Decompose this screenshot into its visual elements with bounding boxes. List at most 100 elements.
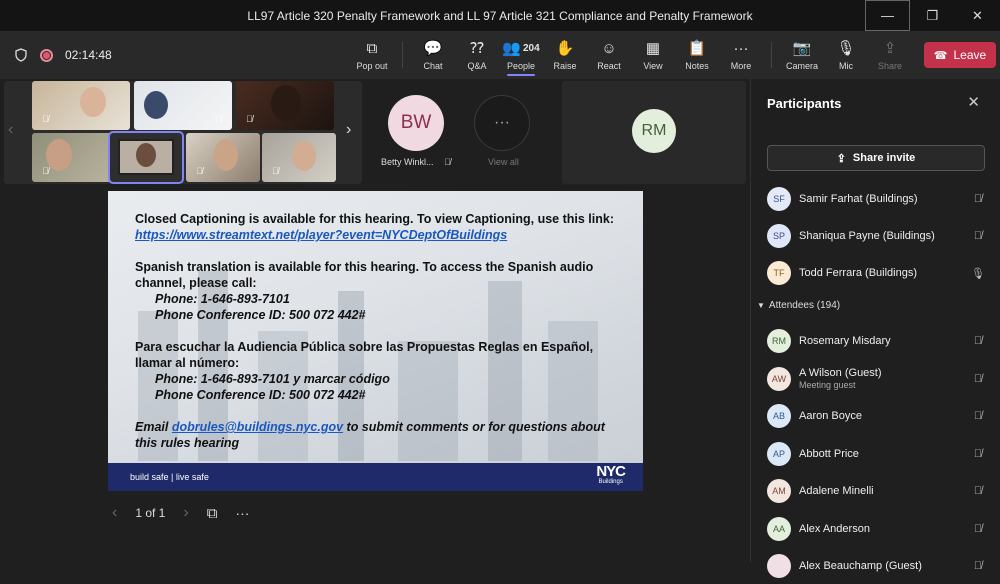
minimize-button[interactable]: — bbox=[865, 0, 910, 31]
participant-row[interactable]: SP Shaniqua Payne (Buildings) 🎙̸ bbox=[767, 218, 985, 254]
view-button[interactable]: ▦ View bbox=[631, 31, 675, 79]
people-button[interactable]: 👥 204 People bbox=[499, 31, 543, 79]
view-all-button[interactable]: ··· bbox=[474, 95, 530, 151]
video-tile[interactable]: 🎙̸ bbox=[32, 81, 130, 130]
mic-off-icon[interactable]: 🎙̸ bbox=[971, 523, 985, 535]
video-tile[interactable]: 🎙̸ bbox=[134, 81, 232, 130]
participant-name: Adalene Minelli bbox=[799, 485, 874, 497]
video-tile[interactable]: 🎙̸ bbox=[186, 133, 260, 182]
meeting-timer: 02:14:48 bbox=[65, 48, 112, 62]
participant-name: A Wilson (Guest) bbox=[799, 367, 882, 379]
meeting-stage: ‹ 🎙̸ 🎙̸ 🎙̸ 🎙̸ 🎙̸ 🎙̸ › BW Betty Winkl... … bbox=[0, 79, 750, 562]
mic-off-icon[interactable]: 🎙̸ bbox=[971, 373, 985, 385]
mic-off-icon: 🎙̸ bbox=[444, 157, 451, 167]
mic-button[interactable]: 🎙 Mic bbox=[824, 31, 868, 79]
video-tile[interactable]: 🎙̸ bbox=[236, 81, 334, 130]
video-tile-active-speaker[interactable] bbox=[108, 131, 184, 184]
view-icon: ▦ bbox=[645, 39, 661, 57]
avatar bbox=[767, 554, 791, 578]
shield-icon[interactable] bbox=[14, 48, 28, 62]
next-slide-button[interactable]: › bbox=[183, 504, 188, 522]
avatar: RM bbox=[767, 329, 791, 353]
meeting-toolbar: 02:14:48 ⧉ Pop out 💬 Chat ⁇ Q&A 👥 204 People … bbox=[0, 31, 1000, 79]
prev-slide-button[interactable]: ‹ bbox=[112, 504, 117, 522]
react-button[interactable]: ☺ React bbox=[587, 31, 631, 79]
notes-button[interactable]: 📋 Notes bbox=[675, 31, 719, 79]
page-indicator: 1 of 1 bbox=[135, 506, 166, 520]
mic-on-icon[interactable]: 🎙 bbox=[971, 267, 985, 280]
gallery-next-icon[interactable]: › bbox=[346, 121, 351, 139]
raise-hand-button[interactable]: ✋ Raise bbox=[543, 31, 587, 79]
panel-title: Participants bbox=[767, 96, 842, 111]
close-panel-icon[interactable]: ✕ bbox=[967, 93, 980, 111]
video-tile[interactable]: 🎙̸ bbox=[262, 133, 336, 182]
mic-off-icon[interactable]: 🎙̸ bbox=[971, 230, 985, 242]
participant-row[interactable]: AM Adalene Minelli 🎙̸ bbox=[767, 473, 985, 509]
attendees-section-header[interactable]: ▼ Attendees (194) bbox=[757, 300, 840, 311]
participant-row[interactable]: AW A Wilson (Guest) Meeting guest 🎙̸ bbox=[767, 361, 985, 397]
toolbar-divider bbox=[771, 42, 772, 68]
leave-button[interactable]: ☎ Leave bbox=[924, 42, 996, 68]
more-options-icon[interactable]: ··· bbox=[235, 505, 249, 521]
avatar: RM bbox=[632, 109, 676, 153]
email-link[interactable]: dobrules@buildings.nyc.gov bbox=[172, 420, 343, 434]
restore-button[interactable]: ❐ bbox=[910, 0, 955, 31]
participants-panel: Participants ✕ ⇪ Share invite SF Samir Fa… bbox=[750, 79, 1000, 578]
participant-row[interactable]: SF Samir Farhat (Buildings) 🎙̸ bbox=[767, 181, 985, 217]
participant-row[interactable]: AA Alex Anderson 🎙̸ bbox=[767, 511, 985, 547]
participant-name: Samir Farhat (Buildings) bbox=[799, 193, 918, 205]
grid-view-icon[interactable]: ⧉ bbox=[207, 505, 218, 522]
qa-button[interactable]: ⁇ Q&A bbox=[455, 31, 499, 79]
slide-text: Closed Captioning is available for this … bbox=[135, 212, 614, 450]
participant-name: Betty Winkl... bbox=[381, 157, 434, 167]
participant-row[interactable]: AP Abbott Price 🎙̸ bbox=[767, 436, 985, 472]
slide-footer: build safe | live safe NYC Buildings bbox=[108, 463, 643, 491]
people-icon: 👥 204 bbox=[502, 39, 540, 57]
participant-row[interactable]: AB Aaron Boyce 🎙̸ bbox=[767, 398, 985, 434]
participant-tile-rm[interactable]: RM bbox=[562, 81, 746, 184]
participant-row[interactable]: RM Rosemary Misdary 🎙̸ bbox=[767, 323, 985, 359]
mic-off-icon[interactable]: 🎙̸ bbox=[971, 485, 985, 497]
mic-off-icon: 🎙̸ bbox=[215, 114, 222, 124]
participant-name: Abbott Price bbox=[799, 447, 859, 460]
share-icon: ⇪ bbox=[883, 39, 897, 57]
participant-name: Rosemary Misdary bbox=[799, 335, 891, 347]
chevron-down-icon: ▼ bbox=[757, 301, 765, 310]
mic-off-icon: 🎙̸ bbox=[42, 114, 49, 124]
avatar: AW bbox=[767, 366, 791, 391]
avatar: AP bbox=[767, 441, 791, 466]
camera-button[interactable]: 📷 Camera bbox=[780, 31, 824, 79]
more-button[interactable]: ··· More bbox=[719, 31, 763, 79]
share-icon: ⇪ bbox=[836, 152, 846, 165]
gallery-prev-icon[interactable]: ‹ bbox=[8, 121, 13, 139]
chat-button[interactable]: 💬 Chat bbox=[411, 31, 455, 79]
participant-name: Aaron Boyce bbox=[799, 410, 862, 422]
mic-off-icon: 🎙̸ bbox=[42, 166, 49, 176]
participant-row[interactable]: Alex Beauchamp (Guest) 🎙̸ bbox=[767, 548, 985, 584]
avatar: SF bbox=[767, 187, 791, 211]
mic-off-icon[interactable]: 🎙̸ bbox=[971, 335, 985, 347]
mic-off-icon[interactable]: 🎙̸ bbox=[971, 193, 985, 205]
camera-off-icon: 📷 bbox=[792, 39, 812, 57]
slide-pager: ‹ 1 of 1 › ⧉ ··· bbox=[112, 504, 249, 522]
notes-icon: 📋 bbox=[687, 39, 707, 57]
share-button[interactable]: ⇪ Share bbox=[868, 31, 912, 79]
mic-off-icon[interactable]: 🎙̸ bbox=[971, 448, 985, 460]
phone-hangup-icon: ☎ bbox=[933, 49, 948, 62]
popout-button[interactable]: ⧉ Pop out bbox=[350, 31, 394, 79]
recording-icon[interactable] bbox=[40, 48, 53, 62]
view-all-label: View all bbox=[488, 157, 519, 167]
participant-row[interactable]: TF Todd Ferrara (Buildings) 🎙 bbox=[767, 255, 985, 291]
mic-off-icon[interactable]: 🎙̸ bbox=[971, 410, 985, 422]
toolbar-divider bbox=[402, 42, 403, 68]
more-icon: ··· bbox=[733, 39, 749, 57]
avatar: TF bbox=[767, 261, 791, 285]
participant-strip: BW Betty Winkl... 🎙̸ ··· View all bbox=[362, 81, 552, 184]
slide-tagline: build safe | live safe bbox=[130, 472, 209, 482]
captioning-link[interactable]: https://www.streamtext.net/player?event=… bbox=[135, 228, 507, 242]
avatar[interactable]: BW bbox=[388, 95, 444, 151]
nyc-logo: NYC Buildings bbox=[596, 463, 626, 485]
close-window-button[interactable]: ✕ bbox=[955, 0, 1000, 31]
share-invite-button[interactable]: ⇪ Share invite bbox=[767, 145, 985, 171]
popout-icon: ⧉ bbox=[366, 39, 378, 57]
